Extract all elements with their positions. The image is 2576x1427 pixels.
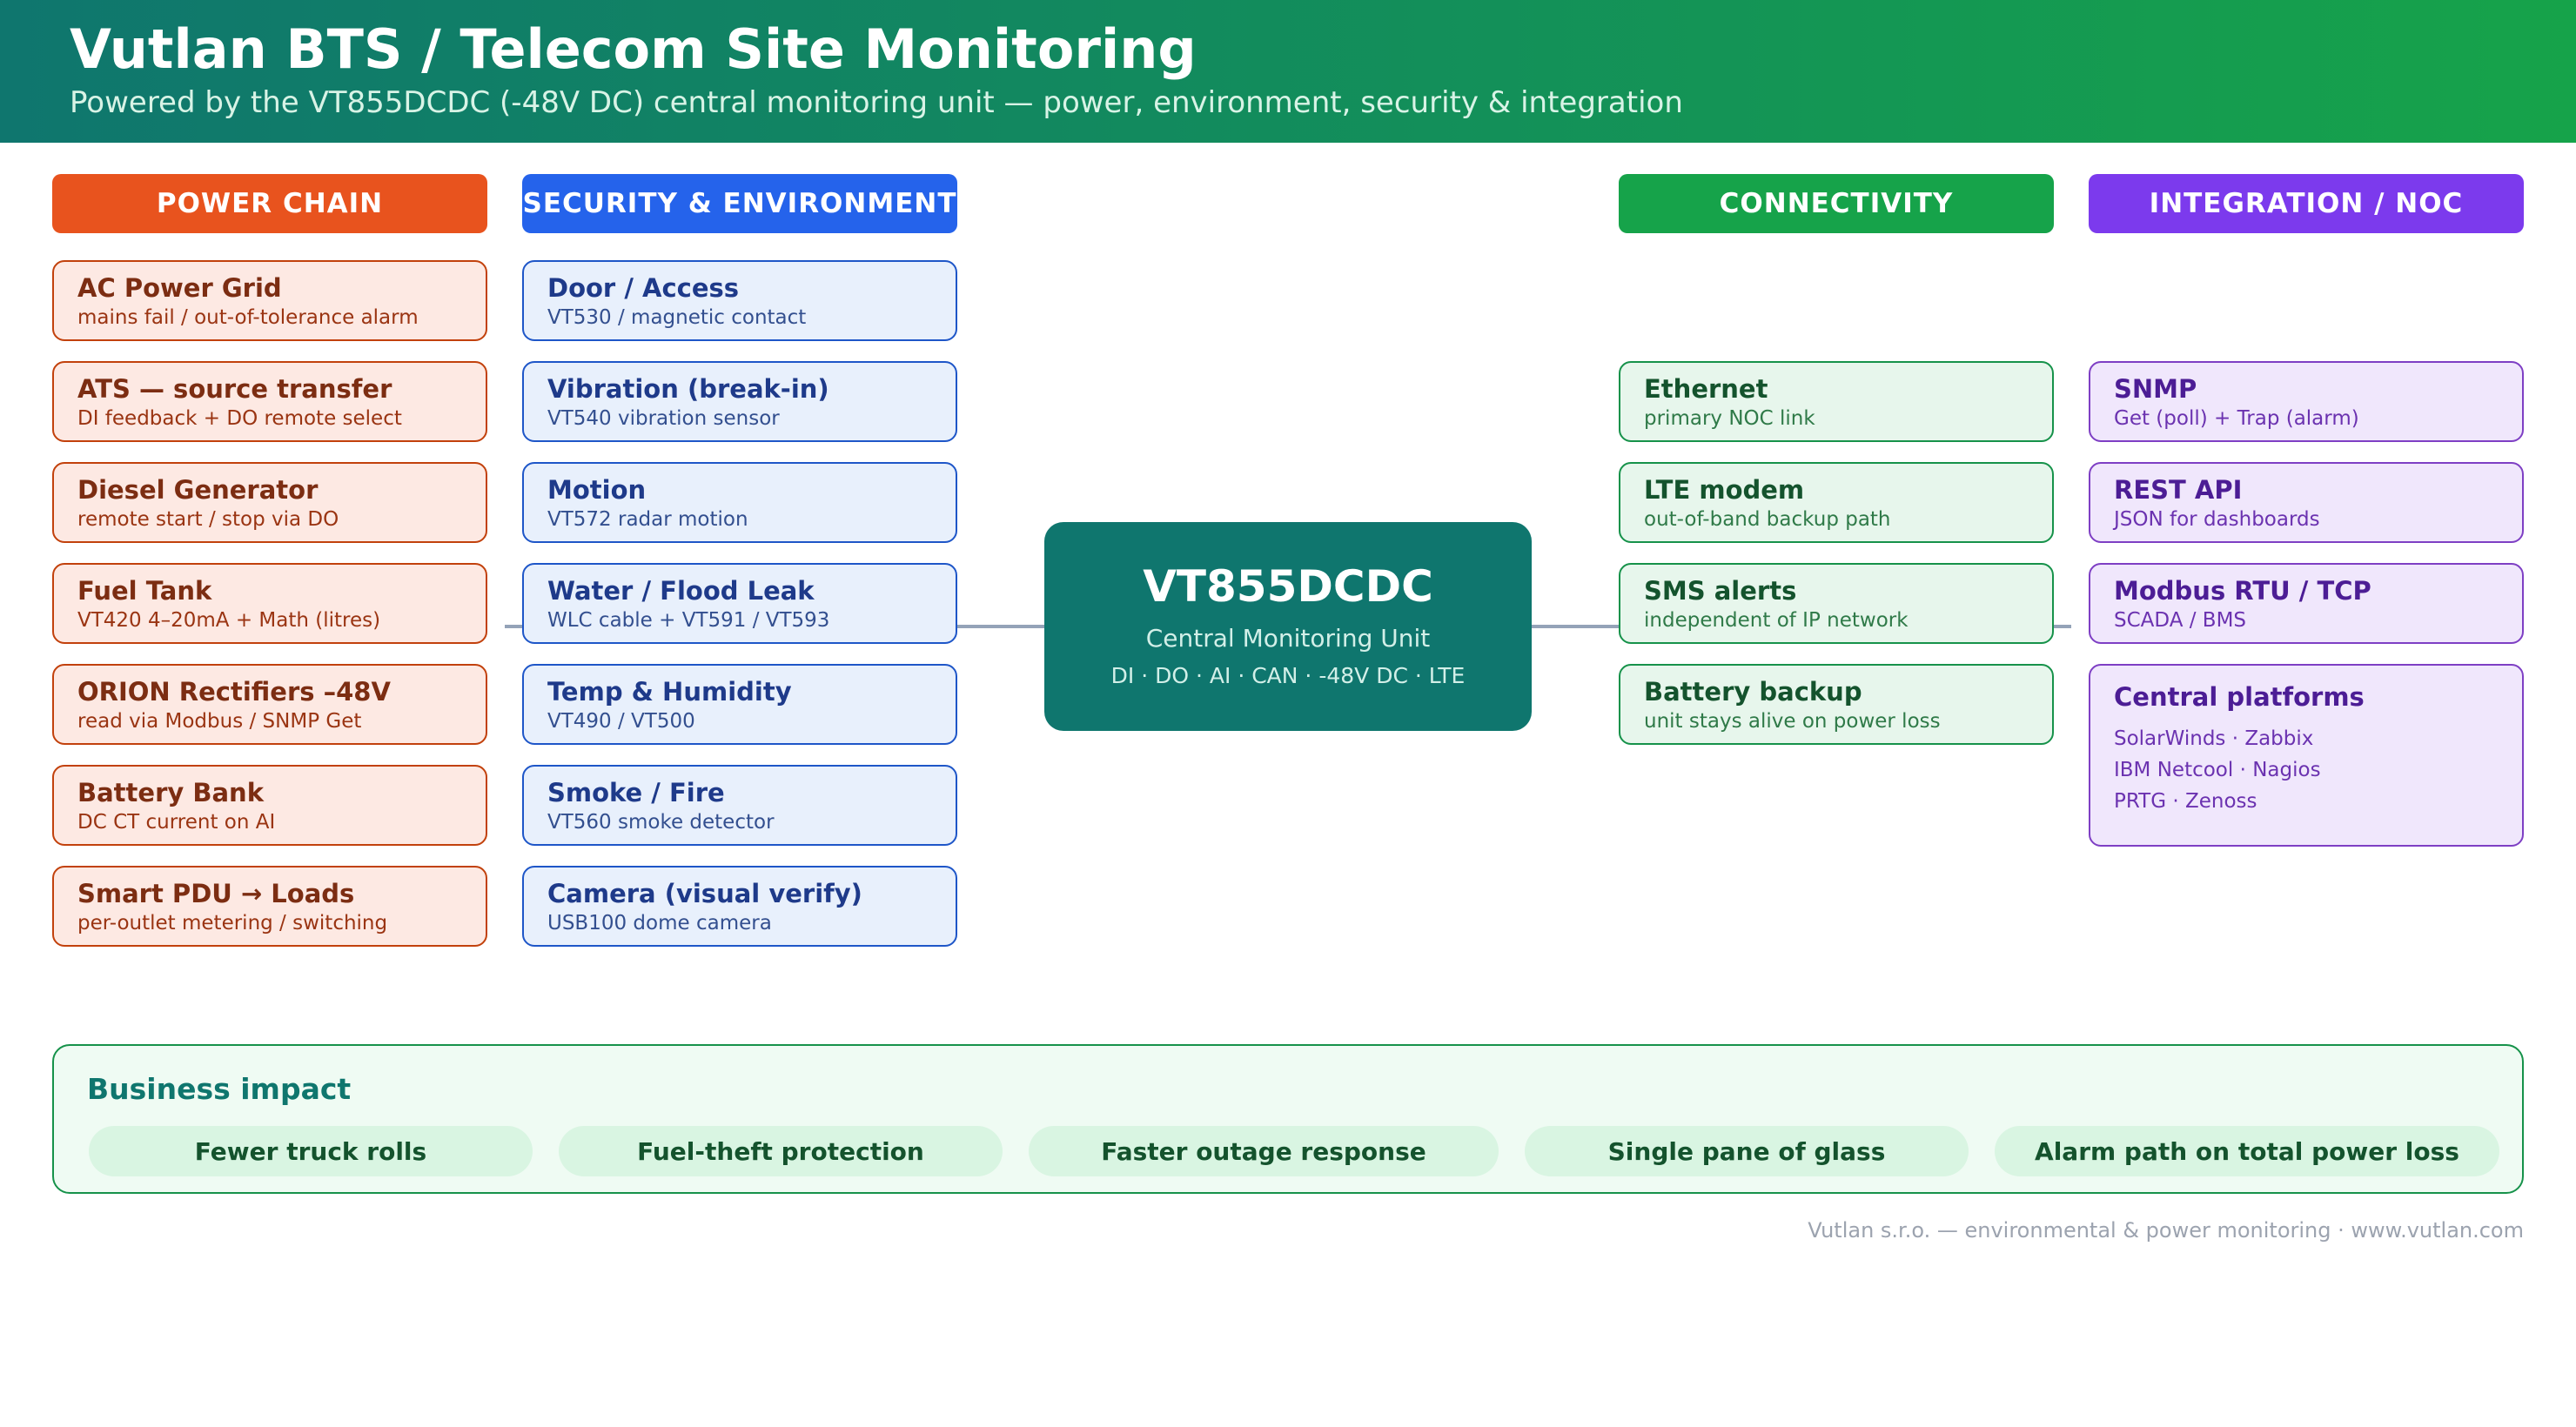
card-title: SMS alerts xyxy=(1644,576,1797,606)
card-title: Door / Access xyxy=(547,273,740,303)
power-card-smart-pdu: Smart PDU → Loads per-outlet metering / … xyxy=(52,866,487,947)
card-subtitle: VT420 4–20mA + Math (litres) xyxy=(77,609,381,632)
integration-card-central-platforms: Central platforms SolarWinds · Zabbix IB… xyxy=(2089,664,2524,847)
platforms-list: SolarWinds · Zabbix IBM Netcool · Nagios… xyxy=(2114,723,2522,817)
power-card-battery-bank: Battery Bank DC CT current on AI xyxy=(52,765,487,846)
card-title: Battery Bank xyxy=(77,778,264,807)
business-impact-panel: Business impact Fewer truck rolls Fuel-t… xyxy=(52,1044,2524,1194)
card-subtitle: VT560 smoke detector xyxy=(547,811,775,834)
card-subtitle: Get (poll) + Trap (alarm) xyxy=(2114,407,2359,430)
card-title: Fuel Tank xyxy=(77,576,212,606)
business-impact-title: Business impact xyxy=(87,1072,352,1106)
page-subtitle: Powered by the VT855DCDC (-48V DC) centr… xyxy=(70,85,1683,120)
card-subtitle: out-of-band backup path xyxy=(1644,508,1891,531)
card-subtitle: unit stays alive on power loss xyxy=(1644,710,1941,733)
card-title: SNMP xyxy=(2114,374,2197,404)
connectivity-card-ethernet: Ethernet primary NOC link xyxy=(1619,361,2054,442)
power-card-diesel-generator: Diesel Generator remote start / stop via… xyxy=(52,462,487,543)
platforms-line: SolarWinds · Zabbix xyxy=(2114,727,2314,750)
card-subtitle: WLC cable + VT591 / VT593 xyxy=(547,609,830,632)
security-card-vibration: Vibration (break-in) VT540 vibration sen… xyxy=(522,361,957,442)
card-title: Camera (visual verify) xyxy=(547,879,862,908)
security-card-smoke-fire: Smoke / Fire VT560 smoke detector xyxy=(522,765,957,846)
card-subtitle: JSON for dashboards xyxy=(2114,508,2320,531)
card-title: Motion xyxy=(547,475,647,505)
power-card-ac-grid: AC Power Grid mains fail / out-of-tolera… xyxy=(52,260,487,341)
impact-pill-outage-response: Faster outage response xyxy=(1029,1126,1499,1176)
card-title: ORION Rectifiers –48V xyxy=(77,677,391,707)
card-subtitle: VT572 radar motion xyxy=(547,508,748,531)
impact-pill-truck-rolls: Fewer truck rolls xyxy=(89,1126,533,1176)
card-subtitle: mains fail / out-of-tolerance alarm xyxy=(77,306,419,329)
card-title: LTE modem xyxy=(1644,475,1805,505)
connectivity-to-integration-connector xyxy=(2054,625,2071,628)
card-subtitle: remote start / stop via DO xyxy=(77,508,339,531)
security-to-center-connector xyxy=(957,625,1044,628)
card-title: Vibration (break-in) xyxy=(547,374,829,404)
central-unit-subtitle: Central Monitoring Unit xyxy=(1145,624,1431,653)
card-subtitle: SCADA / BMS xyxy=(2114,609,2247,632)
security-card-camera: Camera (visual verify) USB100 dome camer… xyxy=(522,866,957,947)
platforms-line: PRTG · Zenoss xyxy=(2114,790,2257,813)
central-unit-title: VT855DCDC xyxy=(1143,561,1433,612)
connectivity-heading: CONNECTIVITY xyxy=(1619,174,2054,233)
card-title: Central platforms xyxy=(2114,682,2365,712)
power-card-rectifiers: ORION Rectifiers –48V read via Modbus / … xyxy=(52,664,487,745)
card-subtitle: DI feedback + DO remote select xyxy=(77,407,402,430)
integration-card-modbus: Modbus RTU / TCP SCADA / BMS xyxy=(2089,563,2524,644)
connectivity-card-sms-alerts: SMS alerts independent of IP network xyxy=(1619,563,2054,644)
card-title: Modbus RTU / TCP xyxy=(2114,576,2371,606)
card-title: REST API xyxy=(2114,475,2243,505)
integration-card-snmp: SNMP Get (poll) + Trap (alarm) xyxy=(2089,361,2524,442)
card-subtitle: USB100 dome camera xyxy=(547,912,772,935)
center-to-connectivity-connector xyxy=(1532,625,1619,628)
power-card-ats: ATS — source transfer DI feedback + DO r… xyxy=(52,361,487,442)
impact-pill-single-pane: Single pane of glass xyxy=(1525,1126,1969,1176)
security-environment-heading: SECURITY & ENVIRONMENT xyxy=(522,174,957,233)
card-title: Diesel Generator xyxy=(77,475,319,505)
integration-card-rest-api: REST API JSON for dashboards xyxy=(2089,462,2524,543)
power-chain-heading: POWER CHAIN xyxy=(52,174,487,233)
central-unit-tags: DI · DO · AI · CAN · -48V DC · LTE xyxy=(1110,663,1466,688)
card-subtitle: per-outlet metering / switching xyxy=(77,912,388,935)
security-card-temp-humidity: Temp & Humidity VT490 / VT500 xyxy=(522,664,957,745)
card-title: Ethernet xyxy=(1644,374,1768,404)
impact-pill-alarm-path: Alarm path on total power loss xyxy=(1995,1126,2499,1176)
connectivity-card-battery-backup: Battery backup unit stays alive on power… xyxy=(1619,664,2054,745)
footer-credit: Vutlan s.r.o. — environmental & power mo… xyxy=(1808,1218,2524,1243)
card-subtitle: independent of IP network xyxy=(1644,609,1909,632)
card-subtitle: VT530 / magnetic contact xyxy=(547,306,807,329)
security-card-door-access: Door / Access VT530 / magnetic contact xyxy=(522,260,957,341)
connectivity-card-lte-modem: LTE modem out-of-band backup path xyxy=(1619,462,2054,543)
card-subtitle: read via Modbus / SNMP Get xyxy=(77,710,362,733)
power-card-fuel-tank: Fuel Tank VT420 4–20mA + Math (litres) xyxy=(52,563,487,644)
card-subtitle: DC CT current on AI xyxy=(77,811,276,834)
card-subtitle: VT490 / VT500 xyxy=(547,710,695,733)
impact-pill-fuel-theft: Fuel-theft protection xyxy=(559,1126,1003,1176)
card-title: ATS — source transfer xyxy=(77,374,392,404)
card-subtitle: primary NOC link xyxy=(1644,407,1815,430)
integration-noc-heading: INTEGRATION / NOC xyxy=(2089,174,2524,233)
power-to-security-connector xyxy=(505,625,522,628)
card-title: Water / Flood Leak xyxy=(547,576,815,606)
platforms-line: IBM Netcool · Nagios xyxy=(2114,759,2321,781)
central-monitoring-unit: VT855DCDC Central Monitoring Unit DI · D… xyxy=(1044,522,1532,731)
header-banner: Vutlan BTS / Telecom Site Monitoring Pow… xyxy=(0,0,2576,143)
card-title: Battery backup xyxy=(1644,677,1862,707)
card-subtitle: VT540 vibration sensor xyxy=(547,407,780,430)
security-card-motion: Motion VT572 radar motion xyxy=(522,462,957,543)
card-title: Smoke / Fire xyxy=(547,778,725,807)
card-title: AC Power Grid xyxy=(77,273,282,303)
card-title: Temp & Humidity xyxy=(547,677,792,707)
security-card-water-leak: Water / Flood Leak WLC cable + VT591 / V… xyxy=(522,563,957,644)
page-title: Vutlan BTS / Telecom Site Monitoring xyxy=(70,17,1197,81)
card-title: Smart PDU → Loads xyxy=(77,879,355,908)
